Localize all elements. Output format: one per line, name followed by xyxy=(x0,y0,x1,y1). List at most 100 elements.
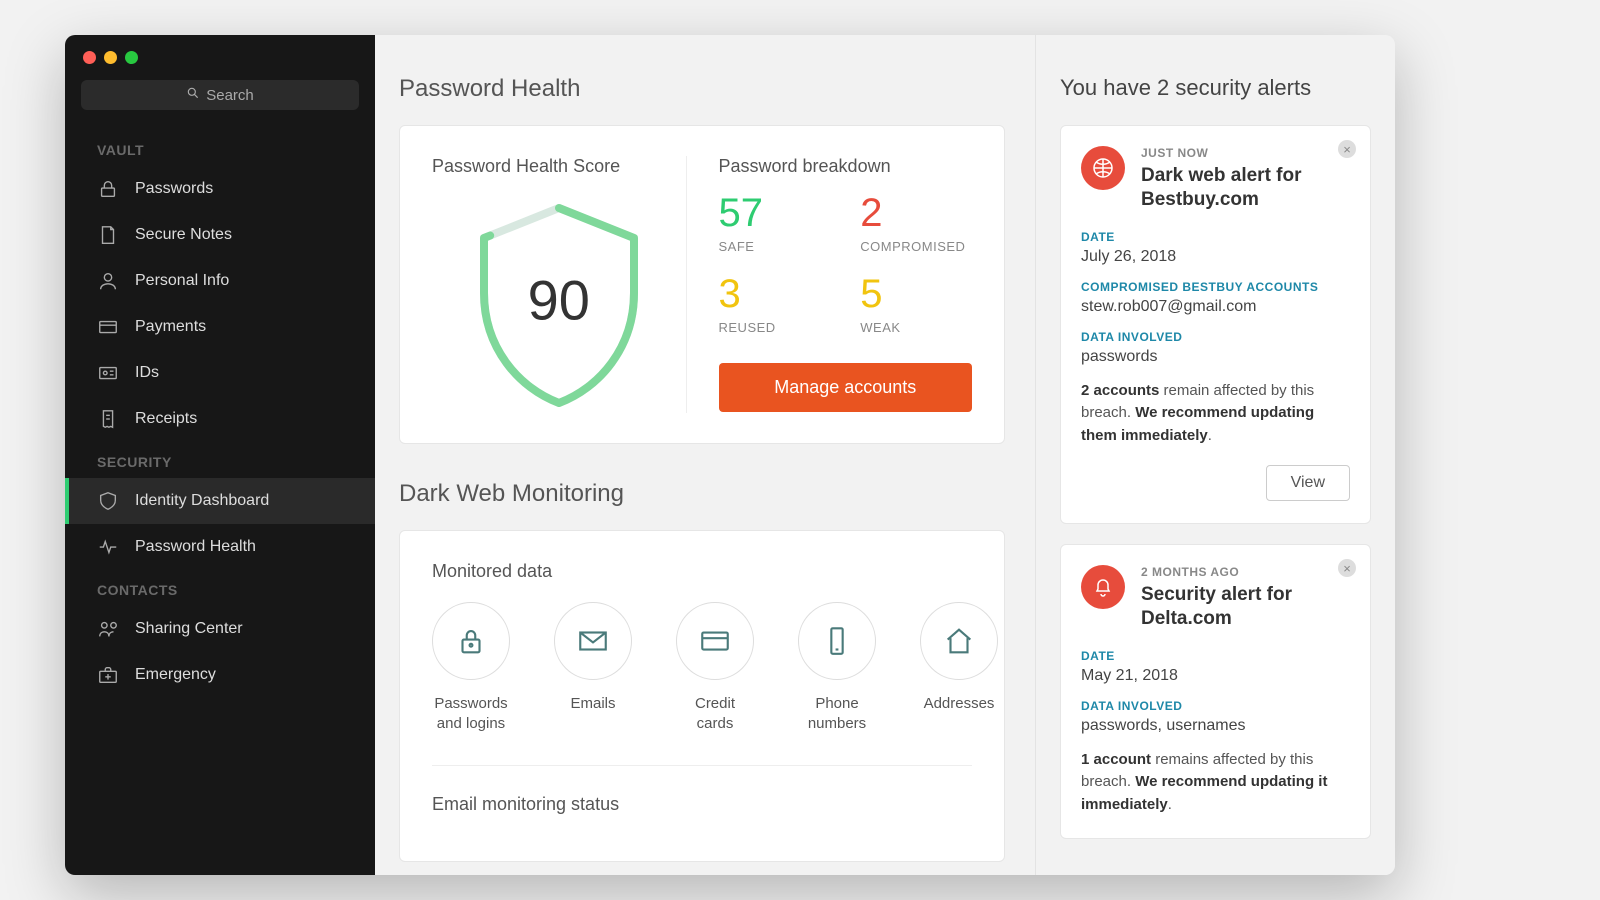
sidebar-item-ids[interactable]: IDs xyxy=(65,350,375,396)
compromised-value: 2 xyxy=(860,193,972,233)
health-score-label: Password Health Score xyxy=(432,156,686,177)
alert-card: × 2 MONTHS AGO Security alert for Delta.… xyxy=(1060,544,1371,839)
lock-icon xyxy=(432,602,510,680)
web-icon xyxy=(1081,146,1125,190)
alert-data: passwords, usernames xyxy=(1081,717,1350,735)
sidebar-item-receipts[interactable]: Receipts xyxy=(65,396,375,442)
sidebar-item-label: Secure Notes xyxy=(135,226,232,244)
view-button[interactable]: View xyxy=(1266,465,1350,501)
sidebar-item-label: Password Health xyxy=(135,538,256,556)
main-content: Password Health Password Health Score 90… xyxy=(375,35,1035,875)
alerts-title: You have 2 security alerts xyxy=(1060,75,1371,101)
maximize-window-icon[interactable] xyxy=(125,51,138,64)
card-icon xyxy=(97,316,119,338)
alert-time: 2 MONTHS AGO xyxy=(1141,565,1350,579)
sidebar-item-label: Receipts xyxy=(135,410,197,428)
sidebar-item-secure-notes[interactable]: Secure Notes xyxy=(65,212,375,258)
sidebar-item-sharing-center[interactable]: Sharing Center xyxy=(65,606,375,652)
sidebar-item-password-health[interactable]: Password Health xyxy=(65,524,375,570)
sidebar-item-passwords[interactable]: Passwords xyxy=(65,166,375,212)
minimize-window-icon[interactable] xyxy=(104,51,117,64)
mail-icon xyxy=(554,602,632,680)
window-controls xyxy=(65,47,375,80)
sidebar-item-emergency[interactable]: Emergency xyxy=(65,652,375,698)
alert-data-label: DATA INVOLVED xyxy=(1081,699,1350,713)
app-window: Search VAULT Passwords Secure Notes Pers… xyxy=(65,35,1395,875)
kit-icon xyxy=(97,664,119,686)
monitored-label: Phone numbers xyxy=(798,694,876,733)
sidebar-item-personal-info[interactable]: Personal Info xyxy=(65,258,375,304)
alert-body: 2 accounts remain affected by this breac… xyxy=(1081,380,1350,448)
search-input[interactable]: Search xyxy=(81,80,359,110)
bell-icon xyxy=(1081,565,1125,609)
person-icon xyxy=(97,270,119,292)
alert-data: passwords xyxy=(1081,348,1350,366)
manage-accounts-button[interactable]: Manage accounts xyxy=(719,363,973,412)
alert-date-label: DATE xyxy=(1081,649,1350,663)
monitored-emails[interactable]: Emails xyxy=(554,602,632,733)
sidebar: Search VAULT Passwords Secure Notes Pers… xyxy=(65,35,375,875)
sidebar-item-label: Passwords xyxy=(135,180,213,198)
shield-icon xyxy=(97,490,119,512)
alert-data-label: DATA INVOLVED xyxy=(1081,330,1350,344)
id-icon xyxy=(97,362,119,384)
password-health-card: Password Health Score 90 Password breakd… xyxy=(399,125,1005,444)
breakdown-weak: 5 WEAK xyxy=(860,274,972,335)
close-icon[interactable]: × xyxy=(1338,140,1356,158)
alert-card: × JUST NOW Dark web alert for Bestbuy.co… xyxy=(1060,125,1371,524)
alert-accounts: stew.rob007@gmail.com xyxy=(1081,298,1350,316)
alert-affected-count: 1 account xyxy=(1081,751,1151,768)
monitored-label: Addresses xyxy=(920,694,998,714)
alert-date: July 26, 2018 xyxy=(1081,248,1350,266)
breakdown-safe: 57 SAFE xyxy=(719,193,831,254)
sidebar-item-label: Payments xyxy=(135,318,206,336)
sidebar-item-label: Sharing Center xyxy=(135,620,243,638)
breakdown-compromised: 2 COMPROMISED xyxy=(860,193,972,254)
breakdown-reused: 3 REUSED xyxy=(719,274,831,335)
search-icon xyxy=(186,86,200,104)
sidebar-section-contacts: CONTACTS xyxy=(65,570,375,606)
alert-title: Dark web alert for Bestbuy.com xyxy=(1141,164,1350,212)
sidebar-section-security: SECURITY xyxy=(65,442,375,478)
monitored-data-label: Monitored data xyxy=(432,561,972,582)
monitored-phones[interactable]: Phone numbers xyxy=(798,602,876,733)
sidebar-section-vault: VAULT xyxy=(65,130,375,166)
alerts-panel: You have 2 security alerts × JUST NOW Da… xyxy=(1035,35,1395,875)
page-title: Password Health xyxy=(399,75,1005,103)
monitored-addresses[interactable]: Addresses xyxy=(920,602,998,733)
safe-value: 57 xyxy=(719,193,831,233)
close-window-icon[interactable] xyxy=(83,51,96,64)
sidebar-item-label: IDs xyxy=(135,364,159,382)
note-icon xyxy=(97,224,119,246)
alert-date: May 21, 2018 xyxy=(1081,667,1350,685)
weak-label: WEAK xyxy=(860,320,972,335)
phone-icon xyxy=(798,602,876,680)
breakdown-label: Password breakdown xyxy=(719,156,973,177)
safe-label: SAFE xyxy=(719,239,831,254)
monitored-label: Credit cards xyxy=(676,694,754,733)
home-icon xyxy=(920,602,998,680)
sidebar-item-label: Personal Info xyxy=(135,272,229,290)
alert-affected-count: 2 accounts xyxy=(1081,382,1159,399)
weak-value: 5 xyxy=(860,274,972,314)
monitored-passwords[interactable]: Passwords and logins xyxy=(432,602,510,733)
sidebar-item-label: Emergency xyxy=(135,666,216,684)
lock-icon xyxy=(97,178,119,200)
sidebar-item-payments[interactable]: Payments xyxy=(65,304,375,350)
pulse-icon xyxy=(97,536,119,558)
alert-date-label: DATE xyxy=(1081,230,1350,244)
card-icon xyxy=(676,602,754,680)
monitored-cards[interactable]: Credit cards xyxy=(676,602,754,733)
alert-title: Security alert for Delta.com xyxy=(1141,583,1350,631)
reused-value: 3 xyxy=(719,274,831,314)
dark-web-title: Dark Web Monitoring xyxy=(399,480,1005,508)
search-placeholder: Search xyxy=(206,87,254,104)
close-icon[interactable]: × xyxy=(1338,559,1356,577)
email-status-label: Email monitoring status xyxy=(432,794,972,815)
monitored-label: Emails xyxy=(554,694,632,714)
compromised-label: COMPROMISED xyxy=(860,239,972,254)
receipt-icon xyxy=(97,408,119,430)
health-score-shield: 90 xyxy=(459,193,659,413)
reused-label: REUSED xyxy=(719,320,831,335)
sidebar-item-identity-dashboard[interactable]: Identity Dashboard xyxy=(65,478,375,524)
